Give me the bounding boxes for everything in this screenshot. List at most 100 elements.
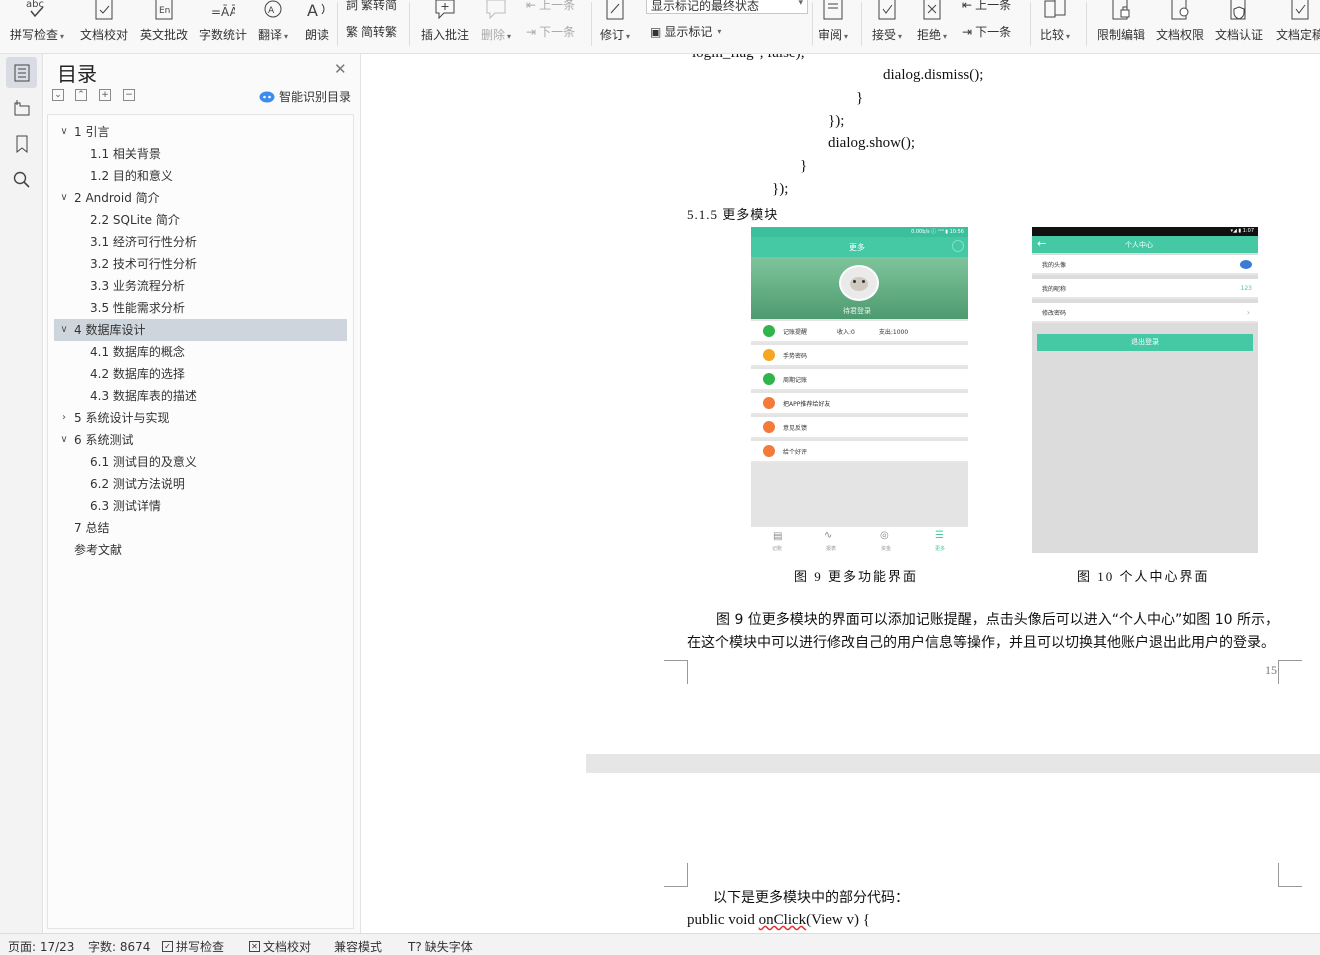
restrict-edit-button[interactable]: 限制编辑 <box>1097 0 1145 53</box>
toc-item[interactable]: 3.2 技术可行性分析 <box>54 253 347 275</box>
toc-item[interactable]: ∨ 2 Android 简介 <box>54 187 347 209</box>
accept-button[interactable]: 接受 ▾ <box>872 0 902 53</box>
font-warning-icon: T? <box>408 939 422 954</box>
doc-proof-toggle[interactable]: ✕ 文档校对 <box>249 938 311 955</box>
toc-item[interactable]: 4.1 数据库的概念 <box>54 341 347 363</box>
close-icon[interactable]: ✕ <box>334 60 347 78</box>
figure-9-screenshot: 0.00b/s ⓘ ᵛᵒˡˡ ▮ 10:56 更多 待君登录 记账提醒 收入:0… <box>751 227 968 553</box>
phone-tab-bar: ▤ 记账 ∿ 报表 ◎ 资金 ☰ 更多 <box>751 527 968 553</box>
settings-icon <box>952 240 964 252</box>
prev-change-button[interactable]: ⇤ 上一条 <box>962 0 1011 13</box>
phone-menu-row: 周期记账 <box>751 369 968 391</box>
toc-item[interactable]: › 5 系统设计与实现 <box>54 407 347 429</box>
spell-check-button[interactable]: abc 拼写检查 ▾ <box>10 0 64 53</box>
trad-to-simp-button[interactable]: 詞繁转简 <box>346 0 397 13</box>
word-count-button[interactable]: =ĀĀ 字数统计 <box>199 0 247 53</box>
spell-check-toggle[interactable]: ✓ 拼写检查 <box>162 938 224 955</box>
expand-all-icon[interactable]: ⌄ <box>52 89 64 101</box>
chevron-down-icon[interactable]: ∨ <box>58 121 70 143</box>
markup-state-select[interactable]: 显示标记的最终状态 ▾ <box>646 0 808 14</box>
chevron-down-icon[interactable]: ∨ <box>58 319 70 341</box>
translate-button[interactable]: A 翻译 ▾ <box>258 0 288 53</box>
toc-item[interactable]: 1.2 目的和意义 <box>54 165 347 187</box>
trad-to-simp-icon: 詞 <box>346 0 359 12</box>
toc-item[interactable]: 6.3 测试详情 <box>54 495 347 517</box>
next-change-button[interactable]: ⇥ 下一条 <box>962 23 1011 40</box>
status-bar: 页面: 17/23 字数: 8674 ✓ 拼写检查 ✕ 文档校对 兼容模式 T? 缺失… <box>0 933 1320 955</box>
remove-heading-icon[interactable]: − <box>123 89 135 101</box>
toc-item[interactable]: 7 总结 <box>54 517 347 539</box>
toc-item[interactable]: 1.1 相关背景 <box>54 143 347 165</box>
toc-item[interactable]: ∨ 6 系统测试 <box>54 429 347 451</box>
chevron-right-icon: › <box>1246 307 1250 317</box>
translate-icon: A <box>259 0 287 20</box>
ribbon-divider <box>861 2 862 46</box>
doc-certify-button[interactable]: 文档认证 <box>1215 0 1263 53</box>
read-aloud-button[interactable]: A 朗读 <box>303 0 331 53</box>
reject-button[interactable]: 拒绝 ▾ <box>917 0 947 53</box>
code-line: }); <box>828 113 845 129</box>
simp-to-trad-button[interactable]: 繁简转繁 <box>346 23 397 40</box>
toc-item[interactable]: 参考文献 <box>54 539 347 561</box>
document-page[interactable]: login_flag", false); dialog.dismiss(); }… <box>586 54 1320 754</box>
chapter-nav-button[interactable] <box>6 92 37 123</box>
toc-pane-button[interactable] <box>6 57 37 88</box>
toc-item[interactable]: 2.2 SQLite 简介 <box>54 209 347 231</box>
toc-item[interactable]: 3.5 性能需求分析 <box>54 297 347 319</box>
document-area[interactable]: login_flag", false); dialog.dismiss(); }… <box>362 54 1320 933</box>
toc-item-selected[interactable]: ∨ 4 数据库设计 <box>54 319 347 341</box>
toc-item[interactable]: ∨ 1 引言 <box>54 121 347 143</box>
chevron-right-icon[interactable]: › <box>58 407 70 429</box>
english-review-button[interactable]: En 英文批改 <box>140 0 188 53</box>
review-pane-button[interactable]: 审阅 ▾ <box>818 0 848 53</box>
page-corner-mark <box>664 660 688 661</box>
add-heading-icon[interactable]: + <box>99 89 111 101</box>
chevron-down-icon[interactable]: ∨ <box>58 187 70 209</box>
show-markup-button[interactable]: ▣ 显示标记 ▾ <box>650 23 721 40</box>
ribbon-divider <box>812 2 813 46</box>
svg-text:A: A <box>268 6 275 16</box>
phone-menu-row: 我的头像 <box>1032 255 1258 275</box>
word-count-indicator[interactable]: 字数: 8674 <box>88 938 150 955</box>
spell-check-icon: abc <box>23 0 51 20</box>
chevron-down-icon[interactable]: ∨ <box>58 429 70 451</box>
missing-font-button[interactable]: T? 缺失字体 <box>408 938 473 955</box>
compat-mode-label: 兼容模式 <box>334 940 383 954</box>
toc-item[interactable]: 6.2 测试方法说明 <box>54 473 347 495</box>
code-line: dialog.show(); <box>828 135 916 151</box>
toc-item[interactable]: 4.3 数据库表的描述 <box>54 385 347 407</box>
finalize-icon <box>1286 0 1314 20</box>
bookmark-button[interactable] <box>6 128 37 159</box>
smart-cloud-icon <box>259 91 275 102</box>
next-comment-button[interactable]: ⇥ 下一条 <box>526 23 575 40</box>
doc-proof-button[interactable]: 文档校对 <box>80 0 128 53</box>
phone-profile-banner: 待君登录 <box>751 257 968 319</box>
phone-menu-row: 把APP推荐给好友 <box>751 393 968 415</box>
doc-finalize-button[interactable]: 文档定稿 <box>1276 0 1320 53</box>
doc-permission-button[interactable]: 文档权限 <box>1156 0 1204 53</box>
compare-icon <box>1041 0 1069 20</box>
figure-9-caption: 图 9 更多功能界面 <box>794 569 919 584</box>
code-line: public void onClick(View v) { <box>687 912 870 928</box>
toc-item[interactable]: 3.1 经济可行性分析 <box>54 231 347 253</box>
ledger-icon: ▤ <box>773 531 783 542</box>
page-indicator[interactable]: 页面: 17/23 <box>8 938 74 955</box>
english-review-icon: En <box>150 0 178 20</box>
code-line: } <box>856 90 864 106</box>
toc-item[interactable]: 6.1 测试目的及意义 <box>54 451 347 473</box>
toc-item[interactable]: 3.3 业务流程分析 <box>54 275 347 297</box>
insert-comment-button[interactable]: 插入批注 <box>421 0 469 53</box>
toc-item[interactable]: 4.2 数据库的选择 <box>54 363 347 385</box>
phone-header: 更多 <box>751 237 968 257</box>
ribbon-divider <box>1086 2 1087 46</box>
smart-detect-toc-button[interactable]: 智能识别目录 <box>259 88 351 105</box>
compare-button[interactable]: 比较 ▾ <box>1040 0 1070 53</box>
wallet-icon: ◎ <box>880 530 889 541</box>
document-page[interactable]: 以下是更多模块中的部分代码： public void onClick(View … <box>586 773 1320 933</box>
prev-comment-button[interactable]: ⇤ 上一条 <box>526 0 575 13</box>
revise-button[interactable]: 修订 ▾ <box>600 0 630 53</box>
toc-title: 目录 <box>57 62 97 86</box>
collapse-all-icon[interactable]: ⌃ <box>75 89 87 101</box>
delete-comment-button[interactable]: 删除 ▾ <box>481 0 511 53</box>
search-button[interactable] <box>6 164 37 195</box>
